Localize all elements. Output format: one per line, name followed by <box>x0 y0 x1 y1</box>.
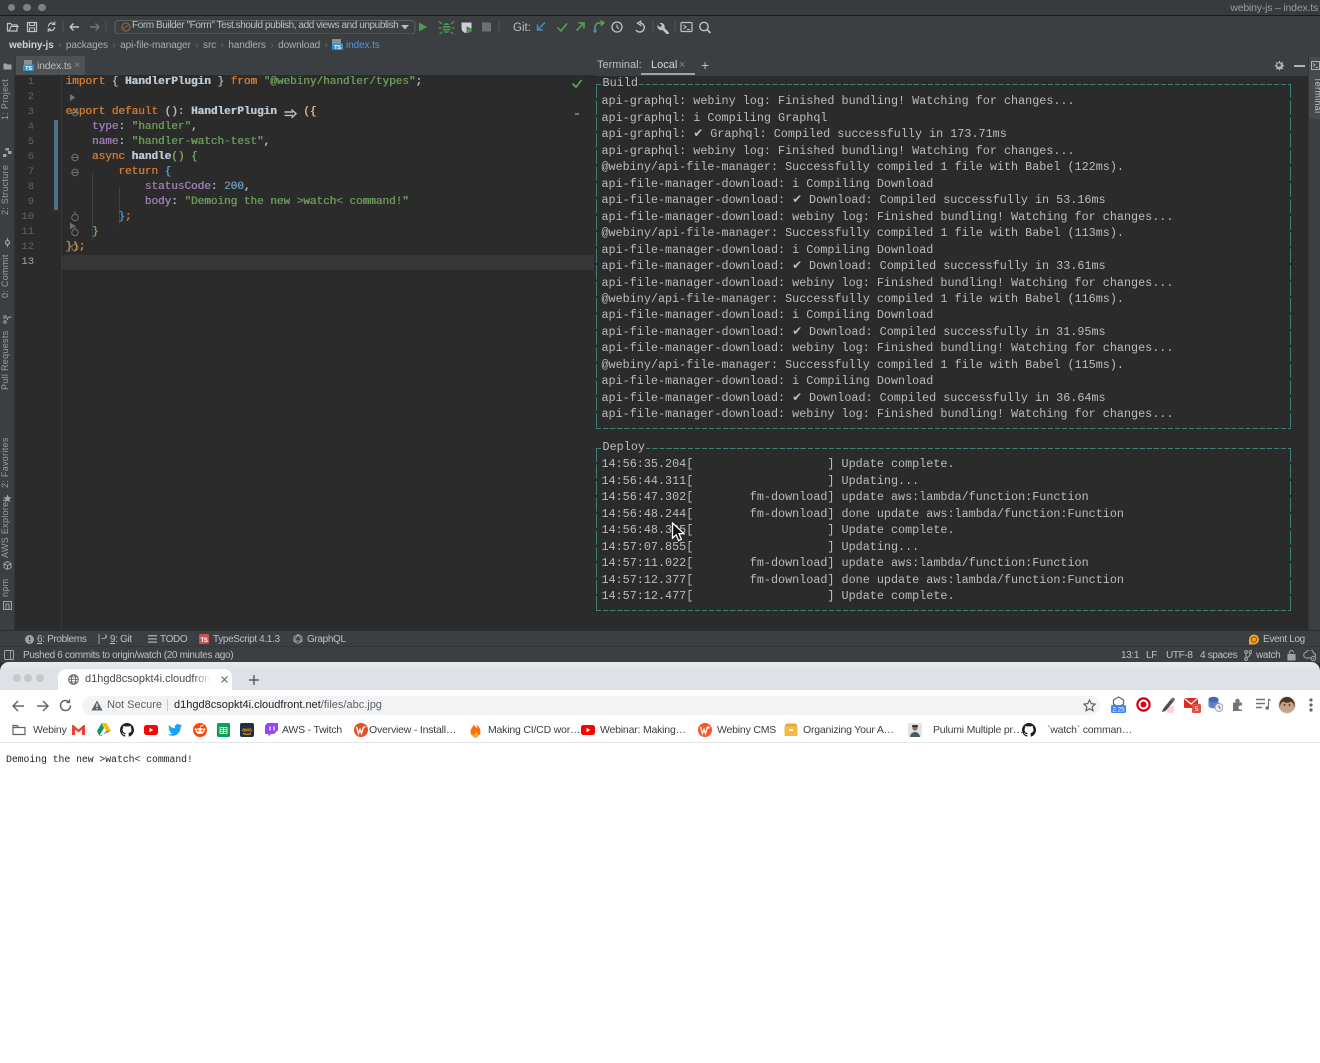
svg-text:TS: TS <box>201 638 208 644</box>
svg-text:aws: aws <box>242 728 252 734</box>
svg-text:Git:: Git: <box>513 22 531 34</box>
svg-text:TS: TS <box>25 66 32 71</box>
svg-text:5: 5 <box>1195 706 1199 713</box>
svg-text:TS: TS <box>334 45 341 50</box>
svg-text:2.25: 2.25 <box>1112 706 1125 713</box>
